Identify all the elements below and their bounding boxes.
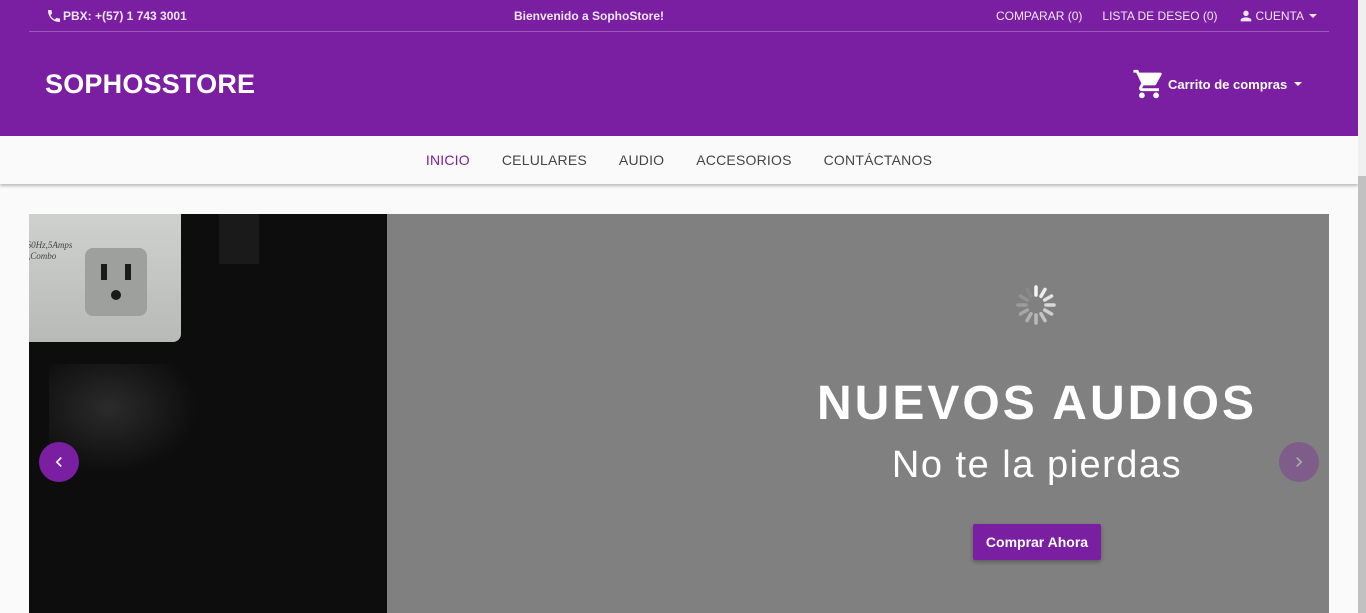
account-label: CUENTA xyxy=(1255,9,1304,23)
cart-label: Carrito de compras xyxy=(1168,76,1288,92)
top-links: COMPARAR (0) LISTA DE DESEO (0) CUENTA xyxy=(976,8,1317,24)
compare-link[interactable]: COMPARAR (0) xyxy=(996,9,1082,23)
nav-item-accesorios[interactable]: ACCESORIOS xyxy=(696,152,791,168)
cable-image xyxy=(219,214,259,264)
chevron-right-icon xyxy=(1296,457,1303,467)
device-label: V,60Hz,5Ampsus,Combo xyxy=(29,240,73,261)
cart-icon xyxy=(1133,69,1162,99)
nav-item-audio[interactable]: AUDIO xyxy=(619,152,664,168)
outlet-slot xyxy=(101,264,107,280)
brand-logo[interactable]: SOPHOSSTORE xyxy=(45,69,255,100)
chevron-down-icon xyxy=(1309,14,1317,18)
wishlist-link[interactable]: LISTA DE DESEO (0) xyxy=(1102,9,1217,23)
slide-subline: No te la pierdas xyxy=(891,444,1183,486)
scrollbar-thumb[interactable] xyxy=(1358,176,1366,613)
nav-item-inicio[interactable]: INICIO xyxy=(426,152,470,168)
chevron-left-icon xyxy=(55,457,62,467)
scrollbar-track[interactable] xyxy=(1358,0,1366,613)
hero-slider: V,60Hz,5Ampsus,Combo NUEVOS AUDIOS xyxy=(29,214,1329,613)
power-device-image: V,60Hz,5Ampsus,Combo xyxy=(29,214,181,342)
slider-next-button[interactable] xyxy=(1279,442,1319,482)
account-menu[interactable]: CUENTA xyxy=(1238,8,1317,24)
slide-headline: NUEVOS AUDIOS xyxy=(817,377,1257,430)
buy-now-button[interactable]: Comprar Ahora xyxy=(973,524,1101,560)
cart-button[interactable]: Carrito de compras xyxy=(1132,67,1303,101)
nav-item-celulares[interactable]: CELULARES xyxy=(502,152,587,168)
main-nav: INICIO CELULARES AUDIO ACCESORIOS CONTÁC… xyxy=(0,136,1358,184)
slide-image: V,60Hz,5Ampsus,Combo xyxy=(29,214,387,613)
top-header: PBX: +(57) 1 743 3001 Bienvenido a Sopho… xyxy=(0,0,1358,136)
outlet-slot xyxy=(125,264,131,280)
chevron-down-icon xyxy=(1294,82,1303,86)
loading-spinner-icon xyxy=(1016,285,1056,325)
outlet-image xyxy=(85,248,147,316)
nav-item-contactanos[interactable]: CONTÁCTANOS xyxy=(824,152,933,168)
top-info-bar: PBX: +(57) 1 743 3001 Bienvenido a Sopho… xyxy=(29,0,1329,32)
user-icon xyxy=(1240,10,1251,22)
slider-prev-button[interactable] xyxy=(39,442,79,482)
outlet-ground xyxy=(111,290,121,300)
